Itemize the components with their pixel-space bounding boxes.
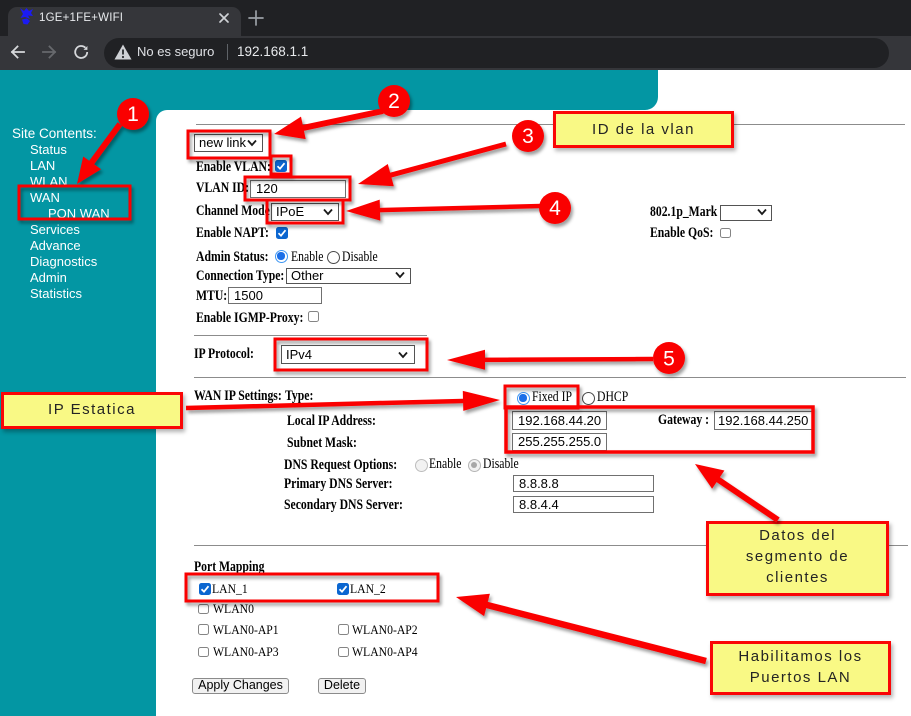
svg-text:1: 1 <box>127 103 139 126</box>
svg-text:4: 4 <box>549 197 561 220</box>
svg-text:2: 2 <box>388 90 400 113</box>
svg-text:3: 3 <box>522 125 534 148</box>
svg-text:5: 5 <box>663 348 675 371</box>
